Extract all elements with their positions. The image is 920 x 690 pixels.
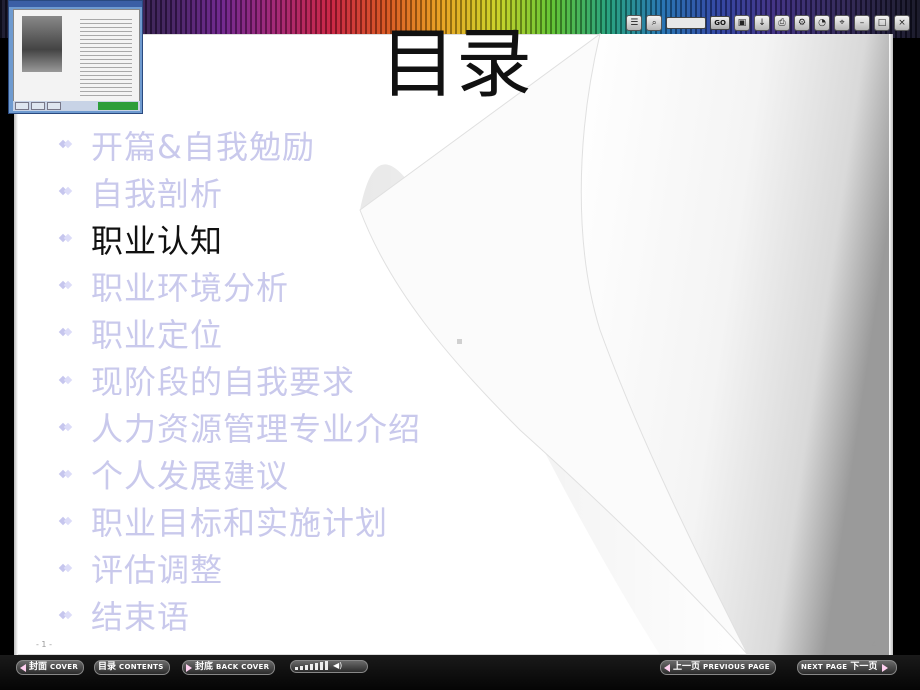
list-item[interactable]: 开篇&自我勉励 xyxy=(60,121,421,168)
next-page-button[interactable]: NEXT PAGE 下一页 xyxy=(797,660,898,675)
reader-toolbar: ☰ ⌕ GO ▣ ↓ ⎙ ⚙ ◔ ⌖ – □ × xyxy=(626,15,910,31)
arrow-down-icon xyxy=(186,663,192,672)
contents-label-cn: 目录 xyxy=(98,662,117,672)
diamond-bullet-icon xyxy=(60,563,71,574)
contents-button[interactable]: 目录 CONTENTS xyxy=(94,660,170,675)
back-cover-label-en: BACK COVER xyxy=(216,663,270,671)
contents-item-label[interactable]: 评估调整 xyxy=(91,545,223,591)
thumbnail-controls xyxy=(13,101,140,111)
contents-label-en: CONTENTS xyxy=(119,663,164,671)
page-number-right: - 4 - xyxy=(866,640,882,649)
thumbnail-illustration xyxy=(22,16,62,72)
contents-list: 开篇&自我勉励 自我剖析 职业认知 职业环境分析 职业定位 现阶段的自我要求 人… xyxy=(60,121,421,639)
page-number-input[interactable] xyxy=(666,17,707,29)
volume-bar xyxy=(315,663,318,670)
volume-bar xyxy=(305,665,308,670)
contents-item-label[interactable]: 职业认知 xyxy=(91,216,223,262)
diamond-bullet-icon xyxy=(60,327,71,338)
close-icon[interactable]: × xyxy=(894,15,910,31)
volume-bar xyxy=(310,664,313,670)
search-icon[interactable]: ⌕ xyxy=(646,15,663,31)
thumbnail-button[interactable] xyxy=(47,102,61,110)
list-item[interactable]: 职业认知 xyxy=(60,215,421,262)
cover-button[interactable]: 封面 COVER xyxy=(16,660,85,675)
thumbnail-book-image xyxy=(13,9,140,103)
back-cover-button[interactable]: 封底 BACK COVER xyxy=(182,660,276,675)
next-label-cn: 下一页 xyxy=(850,662,878,672)
go-button[interactable]: GO xyxy=(710,16,730,30)
print-icon[interactable]: ⎙ xyxy=(774,15,790,31)
previous-label-cn: 上一页 xyxy=(673,662,701,672)
next-label-en: NEXT PAGE xyxy=(801,663,848,671)
diamond-bullet-icon xyxy=(60,139,71,150)
page-thumbnail[interactable] xyxy=(8,0,143,114)
list-item[interactable]: 现阶段的自我要求 xyxy=(60,356,421,403)
thumbnail-button[interactable] xyxy=(15,102,29,110)
settings-icon[interactable]: ⚙ xyxy=(794,15,810,31)
diamond-bullet-icon xyxy=(60,422,71,433)
list-item[interactable]: 结束语 xyxy=(60,592,421,639)
list-item[interactable]: 人力资源管理专业介绍 xyxy=(60,404,421,451)
previous-label-en: PREVIOUS PAGE xyxy=(703,663,770,671)
contents-item-label[interactable]: 人力资源管理专业介绍 xyxy=(91,404,421,450)
minimize-icon[interactable]: – xyxy=(854,15,870,31)
list-item[interactable]: 职业定位 xyxy=(60,309,421,356)
diamond-bullet-icon xyxy=(60,280,71,291)
list-item[interactable]: 职业目标和实施计划 xyxy=(60,498,421,545)
contents-item-label[interactable]: 个人发展建议 xyxy=(91,451,289,497)
back-cover-label-cn: 封底 xyxy=(195,662,214,672)
zoom-icon[interactable]: ⌖ xyxy=(834,15,850,31)
arrow-left-icon xyxy=(20,663,26,672)
cover-label-cn: 封面 xyxy=(29,662,48,672)
contents-icon[interactable]: ☰ xyxy=(626,15,643,31)
fast-forward-icon xyxy=(882,663,889,672)
diamond-bullet-icon xyxy=(60,186,71,197)
diamond-bullet-icon xyxy=(60,469,71,480)
thumbnail-title-bar xyxy=(9,1,142,7)
diamond-bullet-icon xyxy=(60,610,71,621)
sound-icon[interactable]: ◔ xyxy=(814,15,830,31)
list-item[interactable]: 个人发展建议 xyxy=(60,451,421,498)
volume-bar xyxy=(300,666,303,670)
maximize-icon[interactable]: □ xyxy=(874,15,890,31)
diamond-bullet-icon xyxy=(60,375,71,386)
volume-bar xyxy=(295,667,298,670)
contents-item-label[interactable]: 职业环境分析 xyxy=(91,263,289,309)
page-title: 目录 xyxy=(380,19,532,108)
page-edge-right xyxy=(889,34,893,655)
volume-slider[interactable]: ◀) xyxy=(290,660,368,673)
diamond-bullet-icon xyxy=(60,516,71,527)
speaker-icon[interactable]: ◀) xyxy=(333,659,342,672)
list-item[interactable]: 自我剖析 xyxy=(60,168,421,215)
diamond-bullet-icon xyxy=(60,233,71,244)
page-edge-left xyxy=(14,34,18,655)
thumbnail-button[interactable] xyxy=(31,102,45,110)
contents-item-label[interactable]: 职业目标和实施计划 xyxy=(91,498,388,544)
thumbnail-logo xyxy=(98,102,138,110)
thumbnail-text-lines xyxy=(80,16,132,96)
list-item[interactable]: 评估调整 xyxy=(60,545,421,592)
contents-item-label[interactable]: 现阶段的自我要求 xyxy=(91,357,355,403)
thumbnail-icon[interactable]: ▣ xyxy=(734,15,750,31)
contents-item-label[interactable]: 自我剖析 xyxy=(91,169,223,215)
cover-label-en: COVER xyxy=(50,663,79,671)
previous-page-button[interactable]: 上一页 PREVIOUS PAGE xyxy=(660,660,776,675)
rewind-icon xyxy=(664,663,670,672)
volume-bar xyxy=(325,661,328,670)
contents-item-label[interactable]: 职业定位 xyxy=(91,310,223,356)
volume-bar xyxy=(320,662,323,670)
download-icon[interactable]: ↓ xyxy=(754,15,770,31)
page-number-left: - 1 - xyxy=(36,640,52,649)
list-item[interactable]: 职业环境分析 xyxy=(60,262,421,309)
contents-item-label[interactable]: 结束语 xyxy=(91,592,190,638)
contents-item-label[interactable]: 开篇&自我勉励 xyxy=(91,122,315,168)
